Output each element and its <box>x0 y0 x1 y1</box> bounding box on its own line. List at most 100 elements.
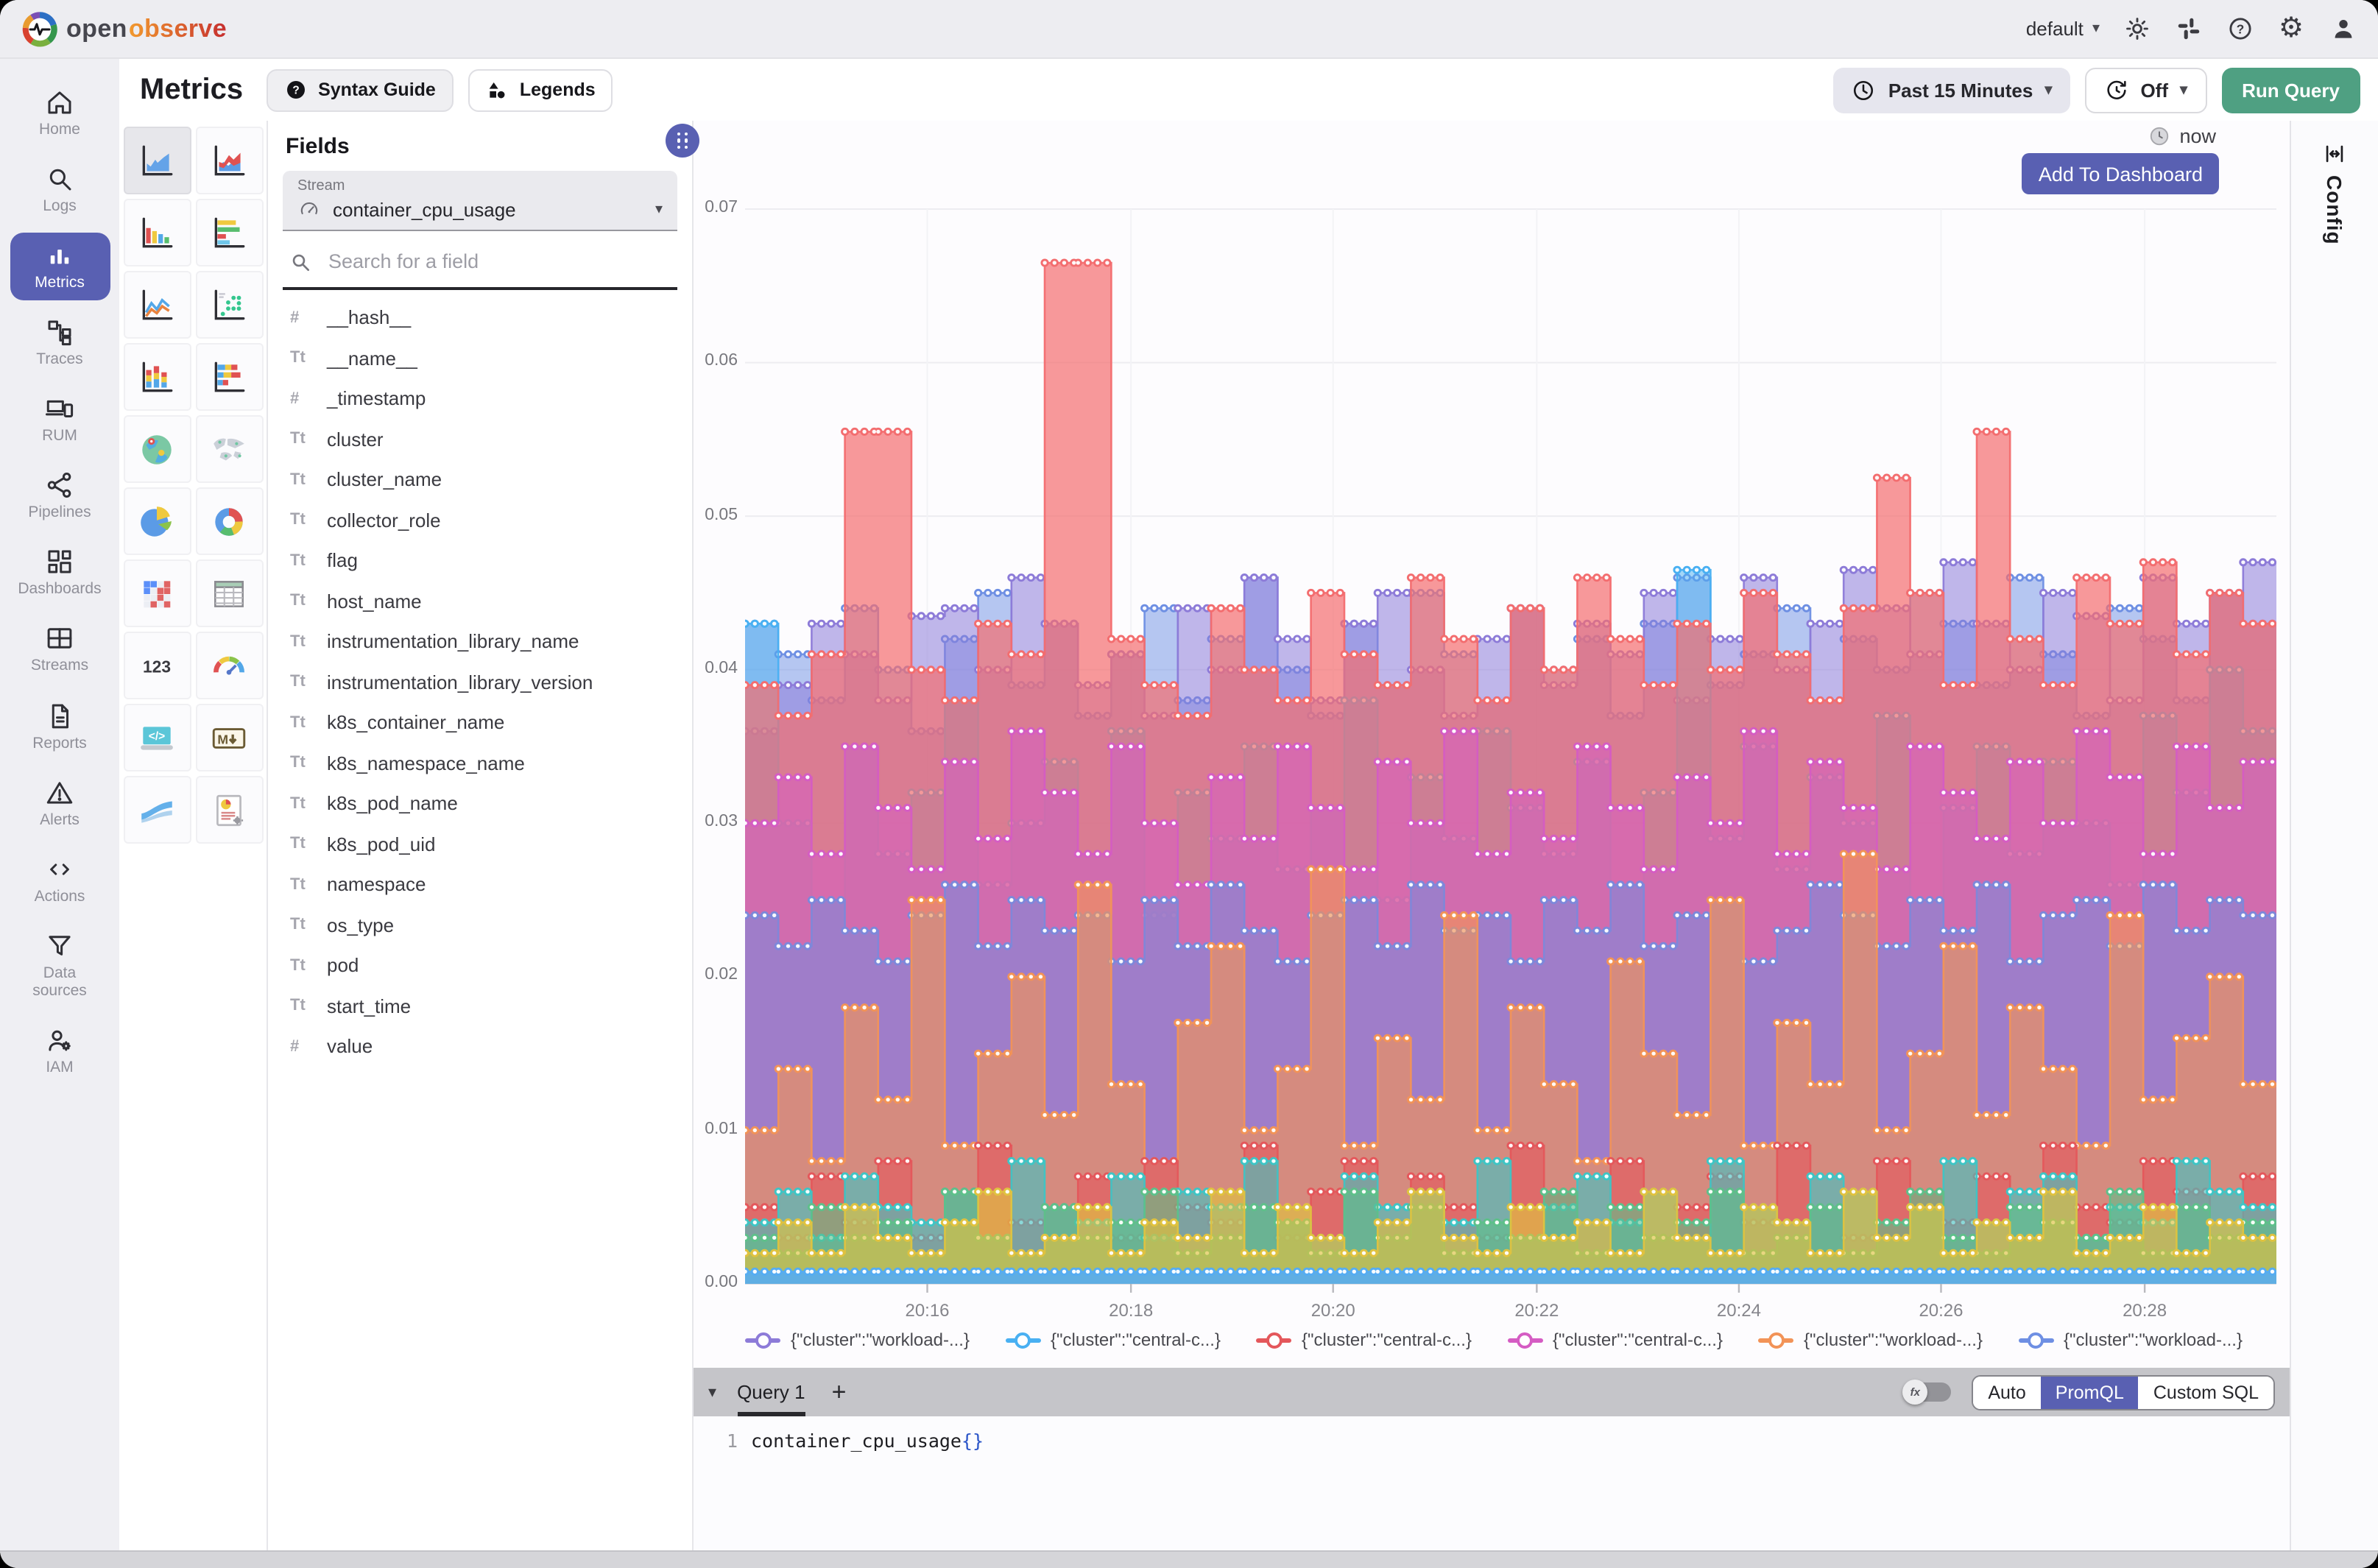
config-tab[interactable]: Config <box>2322 141 2347 245</box>
collapse-query-icon[interactable]: ▾ <box>708 1382 716 1402</box>
field-item-start_time[interactable]: Ttstart_time <box>268 986 692 1026</box>
text-field-icon: Tt <box>290 674 327 691</box>
user-menu-button[interactable] <box>2328 14 2357 43</box>
page-title: Metrics <box>140 73 243 107</box>
relative-time-indicator: now <box>2148 125 2216 147</box>
query-tab-bar: ▾ Query 1 + fx AutoPromQLCustom SQL <box>694 1368 2290 1416</box>
field-item-pod[interactable]: Ttpod <box>268 945 692 986</box>
field-item-os_type[interactable]: Ttos_type <box>268 905 692 945</box>
chart-type-metric-text[interactable]: 123 <box>123 632 191 699</box>
sidebar-item-iam[interactable]: IAM <box>10 1017 110 1085</box>
field-item-k8s_pod_uid[interactable]: Ttk8s_pod_uid <box>268 824 692 864</box>
field-item-flag[interactable]: Ttflag <box>268 540 692 581</box>
organization-select[interactable]: default ▾ <box>2026 18 2100 40</box>
field-item-value[interactable]: #value <box>268 1026 692 1067</box>
field-item-instrumentation_library_name[interactable]: Ttinstrumentation_library_name <box>268 621 692 662</box>
legends-button[interactable]: Legends <box>468 68 613 111</box>
chart-type-custom-chart[interactable] <box>195 776 263 844</box>
chart-type-stacked-bar[interactable] <box>123 343 191 411</box>
field-item-cluster[interactable]: Ttcluster <box>268 419 692 459</box>
field-item-host_name[interactable]: Tthost_name <box>268 581 692 621</box>
stream-select-value: container_cpu_usage <box>333 198 643 220</box>
query-tab[interactable]: Query 1 <box>737 1368 805 1416</box>
field-item-k8s_container_name[interactable]: Ttk8s_container_name <box>268 702 692 743</box>
chart-type-h-bar[interactable] <box>195 199 263 266</box>
chart-type-pie[interactable] <box>123 487 191 555</box>
search-icon <box>44 163 75 194</box>
settings-button[interactable]: ⚙ <box>2276 14 2306 43</box>
field-name: pod <box>327 955 359 977</box>
gauge-icon <box>297 197 321 221</box>
query-mode-custom-sql[interactable]: Custom SQL <box>2139 1376 2273 1408</box>
custom-chart-icon <box>209 790 249 830</box>
chart-type-html[interactable]: </> <box>123 704 191 771</box>
legend-item-6[interactable]: {"cluster":"workload-...} <box>2018 1329 2243 1350</box>
legend-item-1[interactable]: {"cluster":"workload-...} <box>745 1329 970 1350</box>
sidebar-item-actions[interactable]: Actions <box>10 846 110 914</box>
legend-item-5[interactable]: {"cluster":"workload-...} <box>1758 1329 1983 1350</box>
field-item-collector_role[interactable]: Ttcollector_role <box>268 500 692 540</box>
chart-type-bar[interactable] <box>123 199 191 266</box>
query-editor[interactable]: 1 container_cpu_usage{} <box>694 1416 2290 1550</box>
metrics-area-chart[interactable] <box>745 180 2276 1299</box>
slack-button[interactable] <box>2173 14 2203 43</box>
openobserve-logo[interactable]: openobserve <box>21 10 227 48</box>
chart-type-area[interactable] <box>123 127 191 194</box>
chart-type-heatmap[interactable] <box>123 559 191 627</box>
chart-type-h-stacked-bar[interactable] <box>195 343 263 411</box>
help-button[interactable]: ? <box>2225 14 2254 43</box>
field-item-__hash__[interactable]: #__hash__ <box>268 297 692 338</box>
sidebar-nav: Home Logs Metrics Traces RUM Pipelines Dashboa… <box>0 59 119 1550</box>
chart-type-table[interactable] <box>195 559 263 627</box>
legend-item-3[interactable]: {"cluster":"central-c...} <box>1256 1329 1472 1350</box>
sidebar-item-streams[interactable]: Streams <box>10 616 110 684</box>
sidebar-item-home[interactable]: Home <box>10 80 110 147</box>
chart-type-gauge[interactable] <box>195 632 263 699</box>
sidebar-item-pipelines[interactable]: Pipelines <box>10 463 110 531</box>
field-item-_timestamp[interactable]: #_timestamp <box>268 378 692 419</box>
chart-type-area-stacked[interactable] <box>195 127 263 194</box>
chevron-down-icon: ▾ <box>655 201 663 217</box>
sidebar-item-rum[interactable]: RUM <box>10 386 110 454</box>
legend-item-4[interactable]: {"cluster":"central-c...} <box>1507 1329 1723 1350</box>
chart-type-scatter[interactable] <box>195 271 263 339</box>
sun-icon <box>2123 15 2151 43</box>
field-item-instrumentation_library_version[interactable]: Ttinstrumentation_library_version <box>268 662 692 702</box>
chart-type-sankey[interactable] <box>123 776 191 844</box>
chart-type-donut[interactable] <box>195 487 263 555</box>
chart-type-maps[interactable] <box>195 415 263 483</box>
field-item-k8s_namespace_name[interactable]: Ttk8s_namespace_name <box>268 743 692 783</box>
field-item-namespace[interactable]: Ttnamespace <box>268 864 692 905</box>
sidebar-item-alerts[interactable]: Alerts <box>10 769 110 837</box>
sidebar-item-metrics[interactable]: Metrics <box>10 233 110 300</box>
fields-panel-drag-handle[interactable] <box>666 124 699 158</box>
chart-type-markdown[interactable]: M <box>195 704 263 771</box>
sidebar-item-label: Dashboards <box>18 581 101 598</box>
field-item-k8s_pod_name[interactable]: Ttk8s_pod_name <box>268 783 692 824</box>
query-mode-promql[interactable]: PromQL <box>2041 1376 2139 1408</box>
x-axis-tick-label: 20:24 <box>1707 1300 1771 1321</box>
run-query-button[interactable]: Run Query <box>2221 67 2360 113</box>
add-query-button[interactable]: + <box>832 1377 847 1407</box>
auto-refresh-picker[interactable]: Off ▾ <box>2084 67 2206 113</box>
function-toggle[interactable]: fx <box>1904 1382 1951 1402</box>
chart-type-geomap[interactable] <box>123 415 191 483</box>
sidebar-item-reports[interactable]: Reports <box>10 693 110 760</box>
time-range-picker[interactable]: Past 15 Minutes ▾ <box>1834 67 2070 113</box>
field-item-cluster_name[interactable]: Ttcluster_name <box>268 459 692 500</box>
query-mode-auto[interactable]: Auto <box>1973 1376 2040 1408</box>
stream-select[interactable]: Stream container_cpu_usage ▾ <box>283 171 677 231</box>
theme-toggle-button[interactable] <box>2122 14 2151 43</box>
sidebar-item-dashboards[interactable]: Dashboards <box>10 540 110 607</box>
sidebar-item-traces[interactable]: Traces <box>10 309 110 377</box>
legend-item-2[interactable]: {"cluster":"central-c...} <box>1005 1329 1221 1350</box>
field-item-__name__[interactable]: Tt__name__ <box>268 338 692 378</box>
field-search-input[interactable] <box>325 249 671 274</box>
chart-type-line[interactable] <box>123 271 191 339</box>
sidebar-item-data-sources[interactable]: Datasources <box>10 922 110 1008</box>
svg-text:</>: </> <box>149 730 166 742</box>
sidebar-item-logs[interactable]: Logs <box>10 156 110 224</box>
area-icon <box>137 141 177 180</box>
y-axis-tick-label: 0.02 <box>694 967 738 984</box>
syntax-guide-button[interactable]: ? Syntax Guide <box>267 68 454 111</box>
